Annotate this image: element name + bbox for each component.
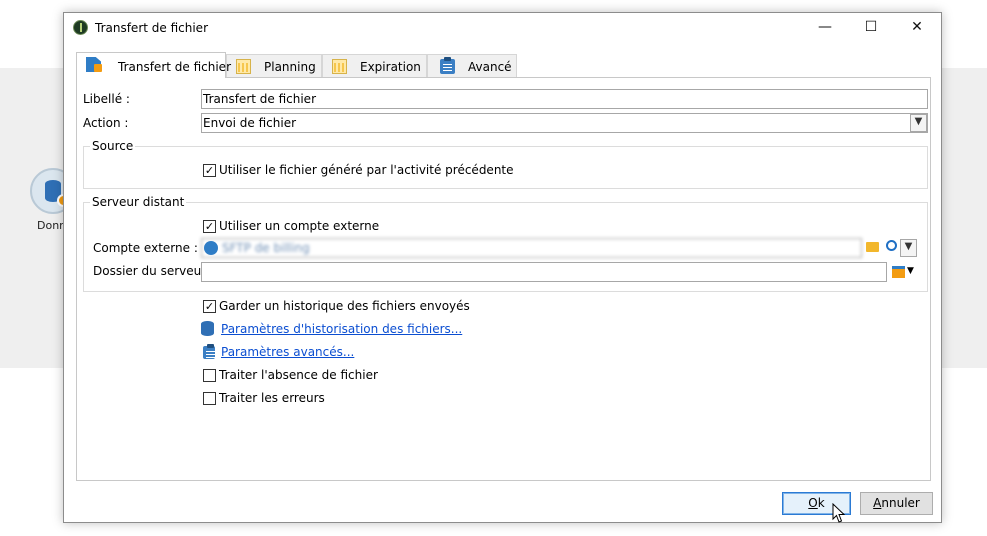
tab-planning[interactable]: Planning <box>226 54 322 77</box>
dropdown-caret-icon[interactable]: ▼ <box>907 266 914 276</box>
source-group-title: Source <box>90 139 136 153</box>
ok-label-rest: k <box>817 496 825 510</box>
close-button[interactable]: ✕ <box>894 13 940 43</box>
use-generated-file-label: Utiliser le fichier généré par l'activit… <box>219 163 514 177</box>
clipboard-icon <box>440 57 455 74</box>
handle-missing-file-checkbox[interactable] <box>203 369 216 382</box>
history-database-icon <box>201 321 214 336</box>
history-settings-link[interactable]: Paramètres d'historisation des fichiers.… <box>221 322 462 336</box>
keep-history-label: Garder un historique des fichiers envoyé… <box>219 299 470 313</box>
use-external-account-checkbox[interactable]: ✓ <box>203 220 216 233</box>
cancel-button[interactable]: Annuler <box>860 492 933 515</box>
use-generated-file-checkbox[interactable]: ✓ <box>203 164 216 177</box>
window-title: Transfert de fichier <box>95 21 208 35</box>
file-transfer-dialog: Transfert de fichier — ☐ ✕ Transfert de … <box>63 12 942 523</box>
app-icon <box>73 20 88 35</box>
external-account-input[interactable]: SFTP de billing <box>201 238 862 258</box>
tab-advanced[interactable]: Avancé <box>427 54 517 77</box>
insert-field-icon[interactable] <box>892 266 905 278</box>
keep-history-checkbox[interactable]: ✓ <box>203 300 216 313</box>
node-label: Donn <box>37 219 67 232</box>
libelle-input[interactable]: Transfert de fichier <box>201 89 928 109</box>
search-icon[interactable] <box>886 240 897 251</box>
chevron-down-icon[interactable]: ▼ <box>910 114 927 132</box>
tab-label: Avancé <box>468 60 512 74</box>
ok-accelerator: O <box>808 496 818 510</box>
upload-arrow-icon <box>94 64 102 72</box>
server-folder-label: Dossier du serveur : <box>93 264 215 278</box>
use-external-account-label: Utiliser un compte externe <box>219 219 380 233</box>
libelle-label: Libellé : <box>83 92 130 106</box>
mouse-cursor-icon <box>832 503 846 523</box>
action-select[interactable]: Envoi de fichier <box>201 113 928 133</box>
remote-server-group-title: Serveur distant <box>90 195 187 209</box>
cancel-label-rest: nnuler <box>881 496 920 510</box>
tab-label: Transfert de fichier <box>118 60 231 74</box>
tab-label: Expiration <box>360 60 421 74</box>
chevron-down-icon[interactable]: ▼ <box>900 239 917 257</box>
folder-icon[interactable] <box>866 242 879 252</box>
tab-file-transfer[interactable]: Transfert de fichier <box>76 52 231 78</box>
calendar-icon <box>236 59 251 74</box>
clipboard-icon <box>203 344 215 359</box>
external-account-label: Compte externe : <box>93 241 198 255</box>
handle-errors-label: Traiter les erreurs <box>219 391 325 405</box>
calendar-icon <box>332 59 347 74</box>
action-label: Action : <box>83 116 129 130</box>
server-folder-input[interactable] <box>201 262 887 282</box>
handle-missing-file-label: Traiter l'absence de fichier <box>219 368 378 382</box>
tab-content-panel: Libellé : Transfert de fichier Action : … <box>76 77 931 481</box>
tab-expiration[interactable]: Expiration <box>322 54 427 77</box>
external-account-icon <box>204 241 218 255</box>
maximize-button[interactable]: ☐ <box>848 13 894 43</box>
title-bar[interactable]: Transfert de fichier — ☐ ✕ <box>64 13 941 44</box>
advanced-settings-link[interactable]: Paramètres avancés... <box>221 345 354 359</box>
tab-label: Planning <box>264 60 316 74</box>
minimize-button[interactable]: — <box>802 13 848 43</box>
handle-errors-checkbox[interactable] <box>203 392 216 405</box>
